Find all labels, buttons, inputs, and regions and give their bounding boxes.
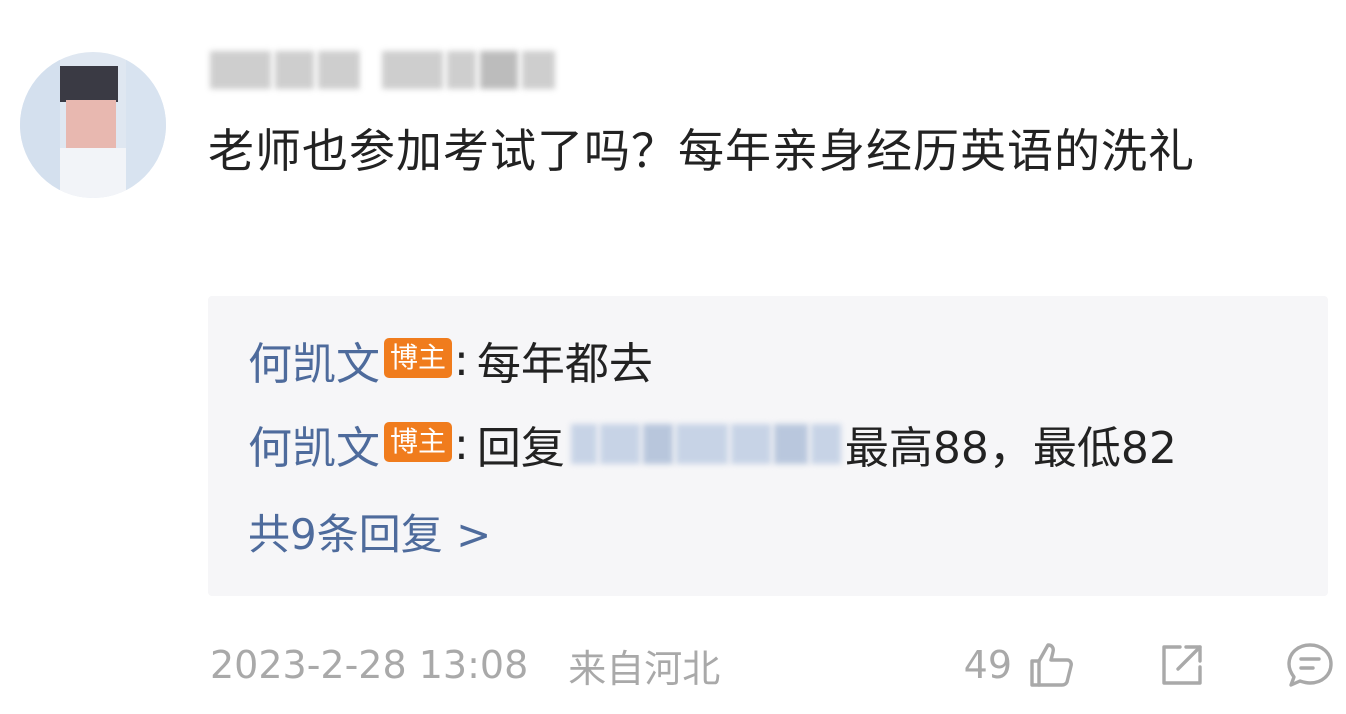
blogger-badge: 博主 (384, 422, 453, 462)
like-count: 49 (963, 643, 1012, 687)
reply-colon: : (454, 334, 469, 386)
reply-text: 每年都去 (476, 339, 653, 390)
avatar[interactable] (20, 52, 166, 198)
comment-icon[interactable] (1284, 639, 1336, 691)
share-icon[interactable] (1156, 639, 1208, 691)
comment-text: 老师也参加考试了吗？每年亲身经历英语的洗礼 (208, 124, 1195, 178)
thumbs-up-icon[interactable] (1026, 639, 1078, 691)
reply-author[interactable]: 何凯文 (248, 412, 380, 476)
reply-item[interactable]: 何凯文 博主 : 回复 最高88，最低82 (248, 412, 1177, 476)
blogger-badge: 博主 (384, 338, 453, 378)
reply-box[interactable]: 何凯文 博主 : 每年都去 何凯文 博主 : 回复 最高88，最低82 共9条回… (208, 296, 1328, 596)
reply-colon: : (454, 418, 469, 470)
username-redacted[interactable] (210, 48, 555, 92)
comment-footer: 2023-2-28 13:08 来自河北 49 (210, 635, 1340, 695)
reply-target-redacted[interactable] (570, 422, 841, 466)
reply-prefix: 回复 (476, 423, 565, 474)
timestamp: 2023-2-28 13:08 (210, 643, 529, 687)
reply-author[interactable]: 何凯文 (248, 328, 380, 392)
reply-text: 最高88，最低82 (844, 423, 1177, 474)
more-replies-link[interactable]: 共9条回复 > (248, 501, 491, 561)
more-replies-label[interactable]: 共9条回复 > (248, 501, 491, 562)
location: 来自河北 (568, 646, 721, 691)
reply-item[interactable]: 何凯文 博主 : 每年都去 (248, 328, 653, 392)
